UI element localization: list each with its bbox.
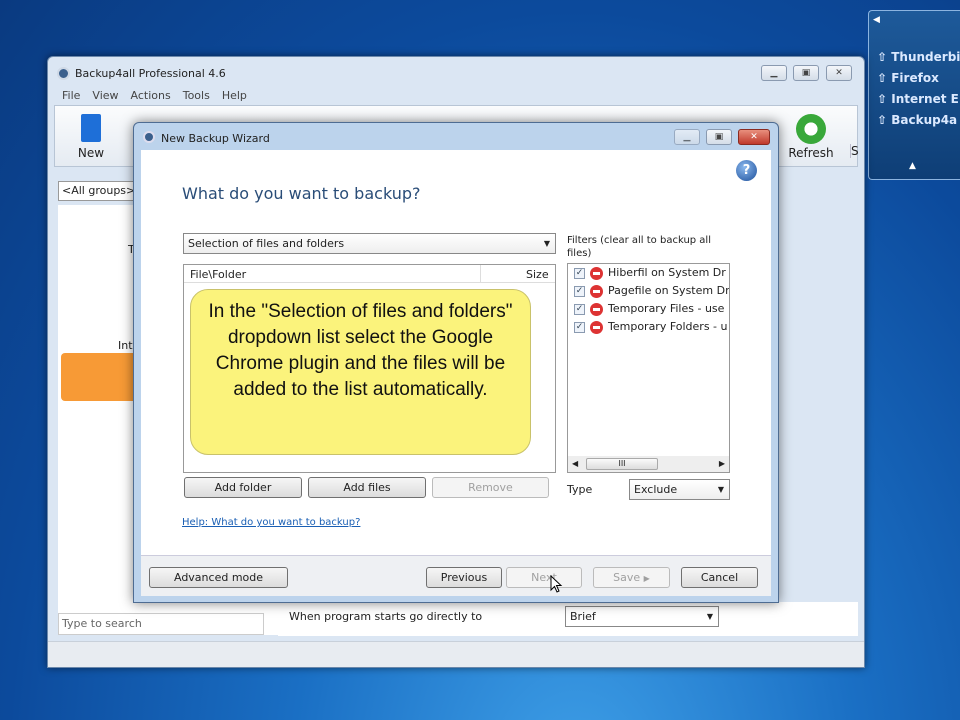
settings-panel: When program starts go directly to Brief…	[278, 602, 858, 636]
filters-list: ✓ Hiberfil on System Dr ✓ Pagefile on Syst…	[567, 263, 730, 473]
remove-button[interactable]: Remove	[432, 477, 549, 498]
type-label: Type	[567, 483, 593, 496]
window-title: Backup4all Professional 4.6	[75, 67, 226, 80]
cancel-button[interactable]: Cancel	[681, 567, 758, 588]
chevron-down-icon: ▼	[717, 485, 724, 494]
type-select[interactable]: Exclude ▼	[629, 479, 730, 500]
checkbox-checked[interactable]: ✓	[574, 303, 585, 315]
startup-label: When program starts go directly to	[289, 610, 483, 623]
scroll-thumb[interactable]: III	[586, 458, 658, 470]
dialog-body: What do you want to backup? ? Selection …	[141, 150, 771, 555]
scroll-left-icon[interactable]: ◀	[572, 459, 578, 468]
filter-item[interactable]: ✓ Hiberfil on System Dr	[568, 264, 729, 282]
up-arrow-icon: ⇧	[877, 92, 892, 106]
filter-item[interactable]: ✓ Pagefile on System Dr	[568, 282, 729, 300]
menu-help[interactable]: Help	[222, 89, 247, 102]
status-bar	[48, 641, 864, 667]
exclude-icon	[590, 266, 603, 280]
filter-item[interactable]: ✓ Temporary Folders - u	[568, 318, 729, 336]
column-size[interactable]: Size	[526, 268, 549, 281]
file-list-header: File\Folder Size	[184, 265, 555, 283]
new-button[interactable]: New	[65, 108, 117, 164]
toolbar-s-button[interactable]: S	[850, 144, 859, 158]
dialog-close-button[interactable]: ✕	[738, 129, 770, 145]
dialog-title: New Backup Wizard	[161, 132, 270, 145]
filter-item[interactable]: ✓ Temporary Files - use	[568, 300, 729, 318]
instruction-callout: In the "Selection of files and folders" …	[190, 289, 531, 455]
exclude-icon	[590, 284, 603, 298]
save-button[interactable]: Save ▶	[593, 567, 670, 588]
app-logo-icon	[143, 131, 155, 143]
scroll-right-icon[interactable]: ▶	[719, 459, 725, 468]
groups-select[interactable]: <All groups>	[58, 181, 138, 201]
file-list[interactable]: File\Folder Size In the "Selection of fi…	[183, 264, 556, 473]
checkbox-checked[interactable]: ✓	[574, 285, 585, 297]
up-arrow-icon: ⇧	[877, 50, 892, 64]
menu-view[interactable]: View	[92, 89, 118, 102]
help-link[interactable]: Help: What do you want to backup?	[182, 517, 360, 528]
next-button[interactable]: Next	[506, 567, 582, 588]
previous-button[interactable]: Previous	[426, 567, 502, 588]
page-heading: What do you want to backup?	[182, 184, 421, 203]
play-arrow-icon: ▶	[643, 574, 650, 583]
checkbox-checked[interactable]: ✓	[574, 321, 585, 333]
side-item-thunderbird[interactable]: ⇧ Thunderbird	[869, 47, 960, 68]
dialog-maximize-button[interactable]: ▣	[706, 129, 732, 145]
dialog-footer: Advanced mode Previous Next Save ▶ Cance…	[141, 555, 771, 596]
collapse-left-icon[interactable]: ◀	[873, 15, 880, 25]
horizontal-scrollbar[interactable]: ◀ III ▶	[568, 456, 729, 472]
chevron-down-icon: ▼	[706, 612, 713, 621]
refresh-button[interactable]: Refresh	[781, 108, 841, 164]
source-select[interactable]: Selection of files and folders ▼	[183, 233, 556, 254]
dialog-minimize-button[interactable]: ▁	[674, 129, 700, 145]
help-icon[interactable]: ?	[736, 160, 757, 181]
new-backup-wizard-dialog: New Backup Wizard ▁ ▣ ✕ What do you want…	[133, 122, 779, 603]
up-arrow-icon: ⇧	[877, 71, 892, 85]
refresh-icon	[796, 114, 826, 144]
startup-select[interactable]: Brief ▼	[565, 606, 719, 627]
menu-tools[interactable]: Tools	[183, 89, 210, 102]
up-arrow-icon: ⇧	[877, 113, 892, 127]
search-input[interactable]: Type to search	[58, 613, 264, 635]
menu-file[interactable]: File	[62, 89, 80, 102]
side-item-internet-explorer[interactable]: ⇧ Internet E	[869, 89, 960, 110]
side-item-firefox[interactable]: ⇧ Firefox	[869, 68, 960, 89]
expand-up-icon[interactable]: ▲	[909, 161, 916, 171]
advanced-mode-button[interactable]: Advanced mode	[149, 567, 288, 588]
menu-actions[interactable]: Actions	[131, 89, 171, 102]
menu-bar: File View Actions Tools Help	[62, 89, 259, 102]
side-item-backup4all[interactable]: ⇧ Backup4a	[869, 110, 960, 131]
maximize-button[interactable]: ▣	[793, 65, 819, 81]
column-file-folder[interactable]: File\Folder	[190, 268, 246, 281]
new-document-icon	[81, 114, 101, 142]
mouse-cursor-icon	[550, 575, 563, 593]
checkbox-checked[interactable]: ✓	[574, 267, 585, 279]
exclude-icon	[590, 320, 603, 334]
minimize-button[interactable]: ▁	[761, 65, 787, 81]
desktop-side-panel: ◀ ⇧ Thunderbird ⇧ Firefox ⇧ Internet E ⇧…	[868, 10, 960, 180]
chevron-down-icon: ▼	[543, 239, 550, 248]
exclude-icon	[590, 302, 603, 316]
filters-label: Filters (clear all to backup all files)	[567, 235, 711, 259]
add-folder-button[interactable]: Add folder	[184, 477, 302, 498]
close-button[interactable]: ✕	[826, 65, 852, 81]
app-logo-icon	[57, 67, 70, 80]
add-files-button[interactable]: Add files	[308, 477, 426, 498]
